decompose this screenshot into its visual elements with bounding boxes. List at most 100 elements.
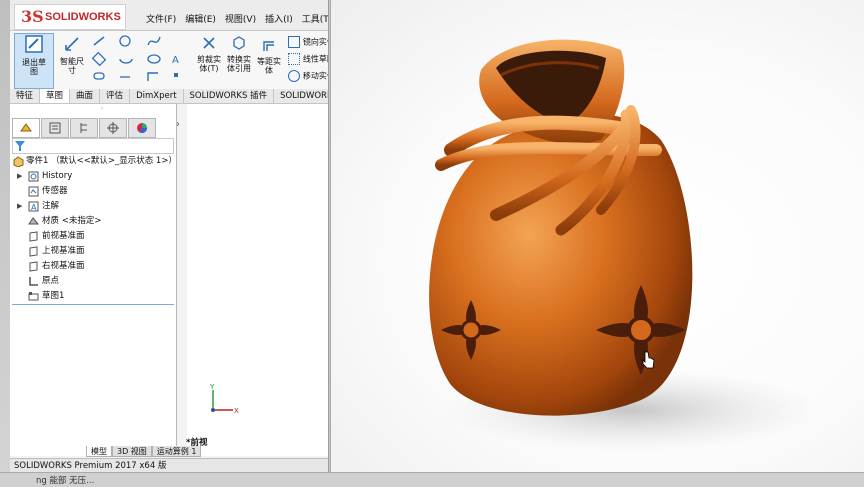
status-bar: SOLIDWORKS Premium 2017 x64 版: [10, 458, 328, 472]
smart-dimension-icon: [65, 37, 79, 51]
feature-filter[interactable]: [12, 138, 174, 154]
tree-root-part[interactable]: 零件1 （默认<<默认>_显示状态 1>）: [12, 154, 177, 169]
configuration-manager-icon: [80, 123, 87, 133]
dimxpert-icon: [107, 122, 119, 134]
tree-item-top-plane[interactable]: 上视基准面: [12, 244, 174, 259]
vase-model-render[interactable]: [331, 0, 864, 472]
tree-item-annotations[interactable]: ▶ A 注解: [12, 199, 174, 214]
tab-feature-tree[interactable]: [12, 118, 40, 138]
tab-motion-study[interactable]: 运动算例 1: [151, 446, 202, 457]
view-triad-icon: Y X: [209, 384, 239, 415]
feature-manager-tabs: [12, 118, 156, 138]
triad-x-label: X: [234, 407, 239, 415]
tree-item-label: 上视基准面: [42, 246, 85, 256]
tab-solidworks-more[interactable]: SOLIDWORKS: [274, 89, 328, 103]
material-icon: [28, 217, 39, 225]
tab-addins[interactable]: SOLIDWORKS 插件: [184, 89, 275, 103]
tab-dimxpert[interactable]: DimXpert: [130, 89, 184, 103]
mirror-label: 镜向实体: [302, 37, 328, 47]
tree-item-label: 右视基准面: [42, 261, 85, 271]
move-entities-button[interactable]: 移动实体: [288, 70, 328, 82]
trim-label: 剪裁实体(T): [197, 55, 221, 73]
ds-logo-mark: 3S: [21, 7, 44, 26]
tab-property-manager[interactable]: [41, 118, 69, 138]
smart-dimension-label: 智能尺寸: [60, 57, 84, 75]
svg-text:A: A: [31, 203, 37, 212]
tab-features[interactable]: 特征: [10, 89, 41, 103]
chevron-right-icon[interactable]: ›: [176, 119, 180, 130]
menu-edit[interactable]: 编辑(E): [185, 12, 216, 25]
exit-sketch-label: 退出草图: [22, 58, 46, 76]
tab-configuration-manager[interactable]: [70, 118, 98, 138]
linear-pattern-button[interactable]: 线性草图阵: [288, 53, 328, 65]
history-icon: [28, 171, 39, 182]
triad-y-label: Y: [209, 384, 215, 391]
exit-sketch-button[interactable]: 退出草图: [14, 33, 54, 89]
tree-item-front-plane[interactable]: 前视基准面: [12, 229, 174, 244]
graphics-area-left[interactable]: Y X: [187, 104, 328, 456]
tree-item-label: 前视基准面: [42, 231, 85, 241]
filter-icon: [15, 141, 25, 151]
desktop-left-edge: [0, 0, 10, 486]
tree-item-sketch1[interactable]: 草图1: [12, 289, 174, 305]
tab-display-manager[interactable]: [128, 118, 156, 138]
feature-tree: 零件1 （默认<<默认>_显示状态 1>） ▶ History 传感器 ▶ A …: [12, 154, 177, 305]
plane-icon: [29, 231, 38, 242]
menu-insert[interactable]: 插入(I): [265, 12, 293, 25]
linear-pattern-label: 线性草图阵: [302, 54, 328, 64]
part-icon: [13, 156, 24, 167]
expand-arrow-icon[interactable]: ▶: [17, 199, 22, 214]
tree-item-origin[interactable]: 原点: [12, 274, 174, 289]
exit-sketch-icon: [25, 35, 43, 53]
tab-dimxpert-manager[interactable]: [99, 118, 127, 138]
solidworks-logo[interactable]: 3S SOLIDWORKS: [14, 4, 126, 30]
menu-view[interactable]: 视图(V): [225, 12, 256, 25]
feature-manager-panel: › ◦ 零件1 （默认<<默认>_显示状态 1>） ▶ History 传感器 …: [10, 104, 180, 456]
command-manager: 退出草图 智能尺寸 A 剪裁实体(T) 转换实体引用 等距实体 镜向实 线性草 …: [10, 31, 328, 90]
move-icon: [288, 70, 300, 82]
title-bar: 3S SOLIDWORKS 文件(F) 编辑(E) 视图(V) 插入(I) 工具…: [10, 0, 328, 31]
expand-arrow-icon[interactable]: ▶: [17, 169, 22, 184]
tree-item-label: 传感器: [42, 186, 68, 196]
svg-text:A: A: [172, 55, 179, 66]
mirror-icon: [288, 36, 300, 48]
tab-3d-view[interactable]: 3D 视图: [112, 446, 152, 457]
tree-item-history[interactable]: ▶ History: [12, 169, 174, 184]
tree-item-right-plane[interactable]: 右视基准面: [12, 259, 174, 274]
mirror-entities-button[interactable]: 镜向实体: [288, 36, 328, 48]
sensor-icon: [28, 186, 39, 197]
trim-entities-button[interactable]: 剪裁实体(T): [194, 35, 224, 73]
model-viewport[interactable]: [330, 0, 864, 472]
move-label: 移动实体: [302, 71, 328, 81]
plane-icon: [29, 261, 38, 272]
annotation-icon: A: [28, 201, 39, 212]
tab-evaluate[interactable]: 评估: [100, 89, 131, 103]
tree-item-label: History: [42, 171, 73, 181]
tab-sketch[interactable]: 草图: [40, 89, 71, 103]
tab-surfaces[interactable]: 曲面: [70, 89, 101, 103]
tree-item-material[interactable]: 材质 <未指定>: [12, 214, 174, 229]
feature-tree-icon: [20, 123, 32, 132]
sketch-tools-icons[interactable]: A: [92, 35, 184, 83]
smart-dimension-button[interactable]: 智能尺寸: [58, 35, 86, 75]
property-manager-icon: [49, 122, 61, 134]
tree-item-label: 注解: [42, 201, 60, 211]
tree-item-sensors[interactable]: 传感器: [12, 184, 174, 199]
collapse-handle-icon[interactable]: ◦: [100, 105, 104, 113]
tree-root-label: 零件1 （默认<<默认>_显示状态 1>）: [26, 156, 177, 166]
trim-icon: [203, 37, 215, 49]
offset-icon: [263, 41, 274, 51]
menu-tools[interactable]: 工具(T): [302, 12, 328, 25]
taskbar-text: ng 能部 无压...: [36, 476, 95, 486]
taskbar: ng 能部 无压...: [0, 472, 864, 487]
offset-entities-button[interactable]: 等距实体: [254, 39, 284, 75]
menu-file[interactable]: 文件(F): [146, 12, 176, 25]
linear-pattern-icon: [288, 53, 300, 65]
tab-model[interactable]: 模型: [86, 446, 112, 457]
menu-bar: 文件(F) 编辑(E) 视图(V) 插入(I) 工具(T) 窗口: [146, 12, 328, 25]
convert-entities-button[interactable]: 转换实体引用: [224, 35, 254, 73]
display-manager-icon: [137, 123, 147, 133]
command-manager-tabs: 特征 草图 曲面 评估 DimXpert SOLIDWORKS 插件 SOLID…: [10, 89, 328, 104]
plane-icon: [29, 246, 38, 257]
offset-label: 等距实体: [257, 57, 281, 75]
